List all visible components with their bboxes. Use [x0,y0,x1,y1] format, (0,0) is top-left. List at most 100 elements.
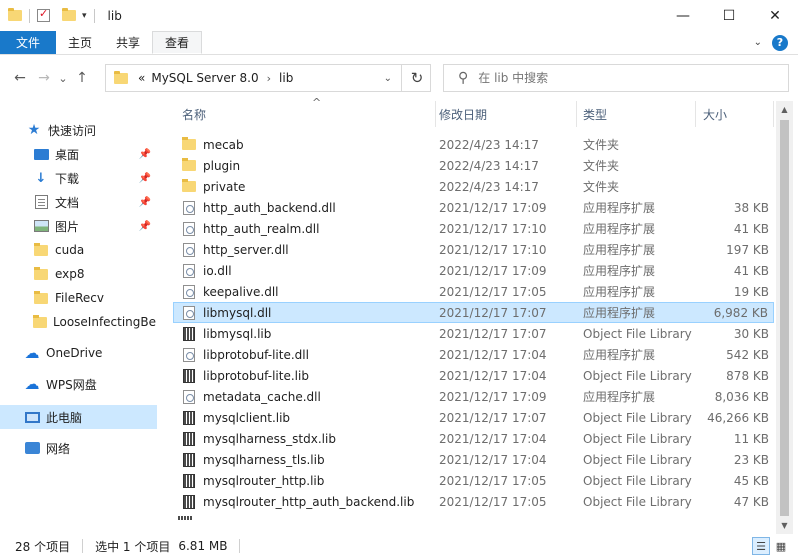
file-row[interactable]: http_server.dll 2021/12/17 17:10 应用程序扩展 197… [174,239,774,260]
sidebar-item-documents[interactable]: 文档 📌 [0,190,157,214]
refresh-button[interactable]: ↻ [401,64,432,92]
pin-icon: 📌 [138,172,151,184]
customize-toolbar-dropdown[interactable]: ▾ [82,11,87,21]
lib-icon [182,326,196,341]
folder-icon [182,137,196,152]
sidebar-item-desktop[interactable]: 桌面 📌 [0,142,157,166]
tab-share[interactable]: 共享 [104,31,152,54]
new-folder-icon[interactable] [62,8,76,21]
navigation-bar: ← → ⌄ ↑ « MySQL Server 8.0 › lib ⌄ ↻ ⚲ [0,56,798,100]
vertical-scrollbar[interactable]: ▲ ▼ [776,101,793,534]
selection-size: 6.81 MB [178,539,228,553]
quick-access-toolbar: ▾ [8,7,98,23]
desktop-icon [33,147,49,161]
recent-locations-dropdown[interactable]: ⌄ [56,66,70,90]
file-row[interactable]: mysqlrouter_http.lib 2021/12/17 17:05 Obje… [174,470,774,491]
partially-visible-row [174,516,776,534]
sidebar-item-looseinfectingbel[interactable]: LooseInfectingBel [0,310,157,334]
forward-button[interactable]: → [32,66,56,90]
minimize-button[interactable]: — [660,0,706,31]
search-input[interactable] [478,71,759,85]
chevron-down-icon[interactable]: ⌄ [384,73,392,84]
up-button[interactable]: ↑ [70,66,94,90]
back-button[interactable]: ← [8,66,32,90]
file-name: http_auth_realm.dll [203,221,320,236]
address-bar[interactable]: « MySQL Server 8.0 › lib ⌄ [105,64,431,92]
tab-file[interactable]: 文件 [0,31,57,54]
sidebar-item-exp8[interactable]: exp8 [0,262,157,286]
large-icons-view-icon[interactable]: ▦ [772,537,790,555]
sidebar-item-label: 图片 [55,219,80,234]
file-name-cell: libmysql.dll [182,305,271,320]
file-name: http_auth_backend.dll [203,200,336,215]
sidebar-item-downloads[interactable]: ↓ 下载 📌 [0,166,157,190]
sidebar-item-pictures[interactable]: 图片 📌 [0,214,157,238]
file-date: 2021/12/17 17:07 [439,326,547,341]
file-row[interactable]: mysqlharness_tls.lib 2021/12/17 17:04 Obje… [174,449,774,470]
ribbon-right: ⌄ ? [754,31,798,54]
file-row[interactable]: mecab 2022/4/23 14:17 文件夹 [174,134,774,155]
scroll-up-arrow-icon[interactable]: ▲ [776,101,793,118]
column-header-name[interactable]: 名称 ^ [174,96,436,127]
sidebar-item-label: exp8 [55,267,85,281]
file-row[interactable]: http_auth_backend.dll 2021/12/17 17:09 应用程… [174,197,774,218]
breadcrumb-mysql-server[interactable]: MySQL Server 8.0 [151,71,258,85]
tab-view[interactable]: 查看 [152,31,203,54]
search-box[interactable]: ⚲ [443,64,789,92]
file-row[interactable]: io.dll 2021/12/17 17:09 应用程序扩展 41 KB [174,260,774,281]
file-row[interactable]: http_auth_realm.dll 2021/12/17 17:10 应用程序扩… [174,218,774,239]
help-icon[interactable]: ? [772,34,788,51]
sidebar-item-label: FileRecv [55,291,104,305]
sidebar-item-label: OneDrive [46,346,103,360]
column-header-type[interactable]: 类型 [575,101,696,127]
expand-ribbon-icon[interactable]: ⌄ [754,37,762,48]
file-type: Object File Library [583,452,692,467]
file-name-cell: libprotobuf-lite.dll [182,347,309,362]
file-row[interactable]: mysqlclient.lib 2021/12/17 17:07 Object Fi… [174,407,774,428]
sidebar-item-onedrive[interactable]: ☁ OneDrive [0,341,157,365]
file-type: 应用程序扩展 [583,243,656,257]
sidebar-item-filerecv[interactable]: FileRecv [0,286,157,310]
scrollbar-thumb[interactable] [780,120,789,516]
file-type: 文件夹 [583,180,620,194]
file-row[interactable]: libmysql.dll 2021/12/17 17:07 应用程序扩展 6,982 … [173,302,774,323]
file-row[interactable]: keepalive.dll 2021/12/17 17:05 应用程序扩展 19 KB [174,281,774,302]
status-bar: 28 个项目 选中 1 个项目 6.81 MB ☰ ▦ [0,534,798,558]
chevron-right-icon[interactable]: › [267,72,271,85]
file-row[interactable]: libprotobuf-lite.lib 2021/12/17 17:04 Obje… [174,365,774,386]
sidebar-item-wps-cloud[interactable]: ☁ WPS网盘 [0,372,157,396]
sidebar-item-network[interactable]: 网络 [0,436,157,460]
sidebar-item-this-pc[interactable]: 此电脑 [0,405,157,429]
column-header-date[interactable]: 修改日期 [431,101,577,127]
properties-icon[interactable] [37,7,50,22]
breadcrumb-overflow[interactable]: « [138,71,145,85]
pin-icon: 📌 [138,196,151,208]
file-row[interactable]: libprotobuf-lite.dll 2021/12/17 17:04 应用程序… [174,344,774,365]
breadcrumb-lib[interactable]: lib [279,71,293,85]
file-date: 2021/12/17 17:04 [439,368,547,383]
details-view-icon[interactable]: ☰ [752,537,770,555]
file-row[interactable]: mysqlharness_stdx.lib 2021/12/17 17:04 Obj… [174,428,774,449]
file-row[interactable]: plugin 2022/4/23 14:17 文件夹 [174,155,774,176]
file-row[interactable]: private 2022/4/23 14:17 文件夹 [174,176,774,197]
window-title: lib [107,8,122,23]
sort-ascending-icon: ^ [312,96,322,109]
sidebar-item-quick-access[interactable]: ★ 快速访问 [0,118,157,142]
maximize-button[interactable]: ☐ [706,0,752,31]
file-row[interactable]: libmysql.lib 2021/12/17 17:07 Object File … [174,323,774,344]
network-icon [24,441,40,455]
file-date: 2022/4/23 14:17 [439,179,539,194]
file-type: 文件夹 [583,138,620,152]
file-row[interactable]: mysqlrouter_http_auth_backend.lib 2021/12… [174,491,774,512]
file-size: 45 KB [733,473,769,488]
navigation-pane: ★ 快速访问 桌面 📌 ↓ 下载 📌 文档 📌 图片 📌 cuda exp8 F… [0,101,160,534]
sidebar-item-cuda[interactable]: cuda [0,238,157,262]
file-name-cell: plugin [182,158,240,173]
close-button[interactable]: ✕ [752,0,798,31]
scroll-down-arrow-icon[interactable]: ▼ [776,517,793,534]
file-row[interactable]: metadata_cache.dll 2021/12/17 17:09 应用程序扩展… [174,386,774,407]
tab-home[interactable]: 主页 [56,31,104,54]
computer-icon [24,410,40,424]
column-header-size[interactable]: 大小 [695,101,774,127]
wps-cloud-icon: ☁ [24,375,40,393]
